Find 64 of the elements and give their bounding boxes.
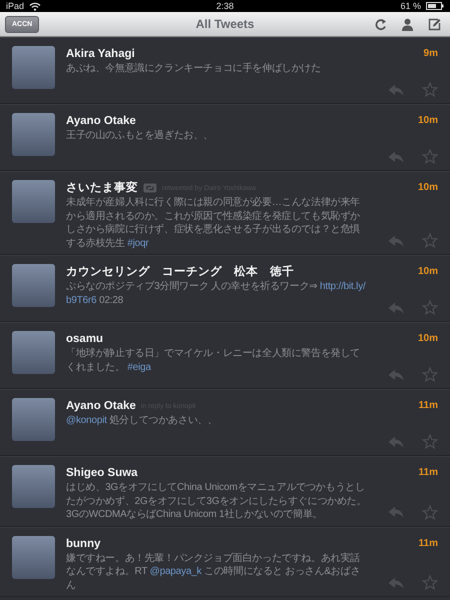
tweet-time: 10m <box>418 114 438 128</box>
avatar-photo-placeholder[interactable] <box>12 264 55 307</box>
tweet-time: 11m <box>418 466 438 480</box>
tweet-text: 嫌ですねー。あ！先輩！パンクジョブ面白かったですね。あれ実話なんですよね。RT @papaya_k この時間になると おっさん&おばさん <box>66 552 362 592</box>
avatar-photo-placeholder[interactable] <box>12 536 55 578</box>
battery-icon <box>426 2 444 10</box>
tweet-time: 10m <box>418 181 438 195</box>
refresh-icon[interactable] <box>375 18 387 30</box>
avatar-photo-placeholder[interactable] <box>12 113 55 156</box>
reply-icon[interactable] <box>388 150 404 162</box>
tweet-text: 「地球が静止する日」でマイケル・レニーは全人類に警告を発してくれました。 #eiga <box>66 347 362 374</box>
tweet-link[interactable]: @papaya_k <box>150 566 202 577</box>
star-icon[interactable] <box>422 367 438 382</box>
screen-title: All Tweets <box>196 17 254 31</box>
reply-icon[interactable] <box>388 234 404 246</box>
star-icon[interactable] <box>422 82 438 97</box>
avatar-photo-placeholder[interactable] <box>12 331 55 374</box>
user-name[interactable]: bunny <box>66 536 100 552</box>
tweet-time: 9m <box>424 47 438 61</box>
avatar-photo-placeholder[interactable] <box>12 180 55 223</box>
reply-icon[interactable] <box>388 436 404 448</box>
tweet-link[interactable]: http://bit.ly/ <box>320 281 366 292</box>
tweet-link[interactable]: @konopit <box>66 415 107 426</box>
tweet-text: あぶね、今無意識にクランキーチョコに手を伸ばしかけた <box>66 62 322 76</box>
tweet-time: 11m <box>418 399 438 413</box>
person-icon[interactable] <box>401 18 414 30</box>
reply-icon[interactable] <box>388 302 404 314</box>
star-icon[interactable] <box>422 504 438 520</box>
reply-icon[interactable] <box>388 506 404 518</box>
tweet-link[interactable]: #eiga <box>127 362 151 372</box>
reply-icon[interactable] <box>388 576 404 588</box>
user-name[interactable]: Shigeo Suwa <box>66 465 138 481</box>
user-name[interactable]: Ayano Otake <box>66 113 136 129</box>
compose-icon[interactable] <box>428 18 441 30</box>
tweet-time: 10m <box>418 332 438 346</box>
wifi-icon <box>29 2 42 10</box>
avatar-photo-placeholder[interactable] <box>12 465 55 508</box>
star-icon[interactable] <box>422 434 438 449</box>
avatar-photo-placeholder[interactable] <box>12 46 55 89</box>
reply-icon[interactable] <box>388 368 404 380</box>
device-name: iPad <box>6 1 24 11</box>
battery-percent: 61 % <box>400 1 421 11</box>
tweet-text: はじめ、3GをオフにしてChina Unicomをマニュアルでつかもうとしたがつかめず、2Gをオフにして3Gをオンにしたらすぐにつかめた。3GのWCDMAならばChina Unicom 1社しかないので簡単。 <box>66 481 368 522</box>
tweet-text: 王子の山のふもとを過ぎたお、、 <box>66 129 214 142</box>
tweet-time: 10m <box>418 265 438 279</box>
user-name[interactable]: カウンセリング コーチング 松本 徳千 <box>66 264 294 280</box>
star-icon[interactable] <box>422 149 438 164</box>
tweet-time: 11m <box>418 536 438 550</box>
reply-icon[interactable] <box>388 84 404 96</box>
star-icon[interactable] <box>422 300 438 315</box>
user-name[interactable]: Ayano Otake <box>66 398 136 414</box>
tweet-text: ぷらなのポジティブ3分間ワーク 人の幸せを祈るワーク⇒ http://bit.ly/ b9T6r6 02:28 <box>66 280 366 307</box>
retweet-icon <box>143 183 157 193</box>
user-name[interactable]: osamu <box>66 331 104 347</box>
user-name[interactable]: さいたま事変 <box>66 180 138 196</box>
star-icon[interactable] <box>422 575 438 590</box>
user-name[interactable]: Akira Yahagi <box>66 46 135 62</box>
star-icon[interactable] <box>422 233 438 248</box>
tweet-link[interactable]: #joqr <box>127 238 149 248</box>
tweet-link[interactable]: b9T6r6 <box>66 294 96 306</box>
tweet-text: @konopit 処分してつかあさい、、 <box>66 414 218 428</box>
tweet-text: 未成年が産婦人科に行く際には親の同意が必要…こんな法律が来年から適用されるのか。これが原因で性感染症を発症しても気恥ずかしさから病院に行けず、症状を悪化させる子が出るのでは？と危惧する赤枝先生 #joqr <box>66 196 362 250</box>
clock: 2:38 <box>216 1 234 11</box>
avatar-photo-placeholder[interactable] <box>12 398 55 441</box>
